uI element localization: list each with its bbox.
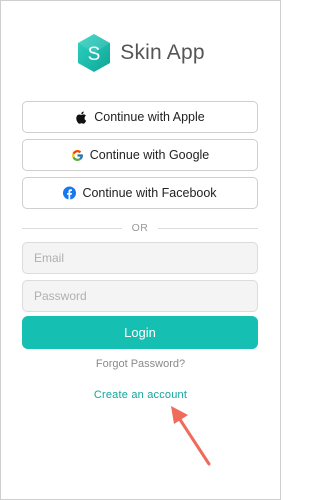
email-field[interactable]	[22, 242, 258, 274]
or-divider: OR	[22, 220, 258, 236]
google-icon	[71, 149, 84, 162]
continue-with-facebook-button[interactable]: Continue with Facebook	[22, 177, 258, 209]
divider-line-left	[22, 227, 122, 229]
divider-line-right	[158, 227, 258, 229]
password-field[interactable]	[22, 280, 258, 312]
create-account-link[interactable]: Create an account	[1, 389, 280, 401]
divider-text: OR	[131, 222, 149, 234]
skin-app-logo-icon: S	[78, 34, 111, 72]
brand-header: S Skin App	[1, 33, 280, 73]
continue-with-google-button[interactable]: Continue with Google	[22, 139, 258, 171]
logo-letter: S	[88, 44, 101, 65]
apple-icon	[75, 111, 88, 124]
apple-button-label: Continue with Apple	[94, 110, 205, 124]
app-frame: S Skin App Continue with Apple Continue …	[0, 0, 281, 500]
facebook-button-label: Continue with Facebook	[82, 186, 217, 200]
facebook-icon	[63, 186, 77, 200]
login-button[interactable]: Login	[22, 316, 258, 349]
app-name: Skin App	[120, 41, 205, 64]
forgot-password-link[interactable]: Forgot Password?	[1, 358, 280, 370]
annotation-arrow-icon	[171, 406, 211, 466]
google-button-label: Continue with Google	[89, 148, 210, 162]
continue-with-apple-button[interactable]: Continue with Apple	[22, 101, 258, 133]
